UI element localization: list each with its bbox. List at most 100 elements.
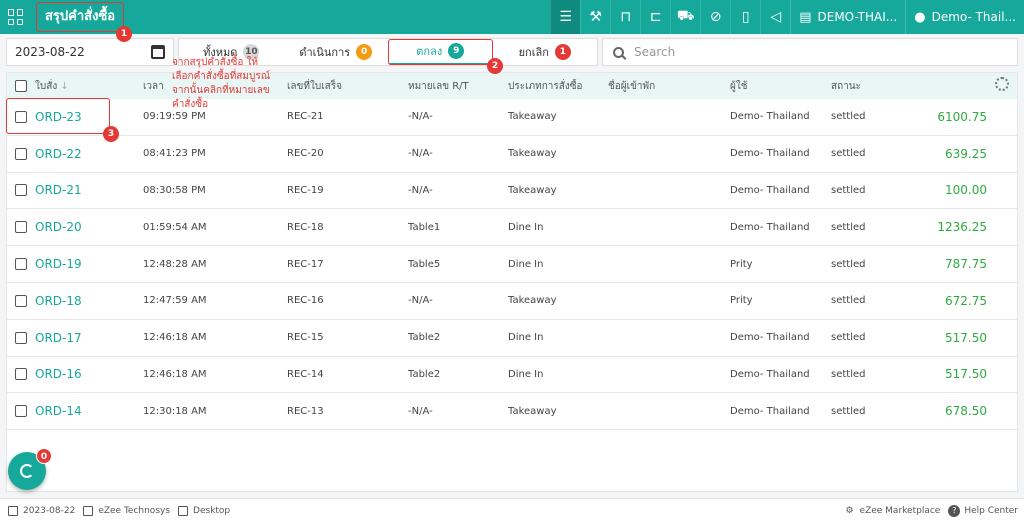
receipt-number: REC-20 bbox=[287, 148, 324, 160]
row-checkbox[interactable] bbox=[15, 258, 27, 271]
user-name-cell: Prity bbox=[730, 295, 753, 307]
help-icon[interactable]: ? bbox=[948, 504, 961, 517]
rt-number: Table2 bbox=[408, 368, 441, 380]
user-name-cell: Demo- Thailand bbox=[730, 332, 810, 344]
calendar-icon[interactable] bbox=[151, 45, 165, 59]
top-bar: สรุปคำสั่งซื้อ ☰ ⚒ ⊓ ⊏ ⛟ ⊘ ▯ ◁ ▤ DEMO-TH… bbox=[0, 0, 1024, 34]
order-link[interactable]: ORD-18 bbox=[35, 294, 82, 308]
tab-cancelled-label: ยกเลิก bbox=[518, 46, 549, 59]
row-select-cell bbox=[7, 221, 35, 234]
order-link[interactable]: ORD-21 bbox=[35, 183, 82, 197]
table-row: ORD-18 12:47:59 AM REC-16 -N/A- Takeaway… bbox=[7, 283, 1017, 320]
help-center-link[interactable]: Help Center bbox=[964, 506, 1018, 516]
order-time: 09:19:59 PM bbox=[143, 111, 206, 123]
search-input[interactable]: Search bbox=[602, 38, 1018, 66]
order-status: settled bbox=[831, 258, 866, 270]
refresh-icon bbox=[20, 464, 34, 478]
order-amount: 678.50 bbox=[945, 404, 987, 419]
table-row: ORD-16 12:46:18 AM REC-14 Table2 Dine In… bbox=[7, 357, 1017, 394]
receipt-number: REC-13 bbox=[287, 405, 324, 417]
col-order[interactable]: ใบสั่ง ↓ bbox=[35, 79, 143, 94]
row-select-cell bbox=[7, 147, 35, 160]
receipt-number: REC-14 bbox=[287, 368, 324, 380]
order-status: settled bbox=[831, 368, 866, 380]
gear-icon[interactable]: ⚙ bbox=[845, 506, 853, 516]
order-type: Takeaway bbox=[508, 295, 557, 307]
col-status: สถานะ bbox=[831, 80, 861, 92]
tab-settled-label: ตกลง bbox=[416, 45, 443, 58]
receipt-number: REC-17 bbox=[287, 258, 324, 270]
row-checkbox[interactable] bbox=[15, 147, 27, 160]
row-checkbox[interactable] bbox=[15, 294, 27, 307]
property-selector[interactable]: ▤ DEMO-THAI... bbox=[790, 0, 905, 34]
rt-number: -N/A- bbox=[408, 184, 433, 196]
marketplace-link[interactable]: eZee Marketplace bbox=[860, 506, 941, 516]
order-amount: 100.00 bbox=[945, 183, 987, 198]
order-link[interactable]: ORD-23 bbox=[35, 110, 82, 124]
row-checkbox[interactable] bbox=[15, 331, 27, 344]
floating-action-button[interactable]: 0 bbox=[8, 448, 52, 490]
instruction-line: จากนั้นคลิกที่หมายเลข bbox=[172, 85, 270, 96]
tab-settled[interactable]: ตกลง 9 bbox=[388, 39, 493, 65]
row-checkbox[interactable] bbox=[15, 368, 27, 381]
tab-cancelled[interactable]: ยกเลิก 1 bbox=[493, 39, 598, 65]
footer-company-text: eZee Technosys bbox=[98, 505, 171, 516]
order-type: Takeaway bbox=[508, 111, 557, 123]
orders-table: ใบสั่ง ↓ เวลา เลขที่ใบเสร็จ หมายเลข R/T … bbox=[6, 72, 1018, 492]
date-picker[interactable]: 2023-08-22 bbox=[6, 38, 174, 66]
user-name: Demo- Thail... bbox=[931, 10, 1016, 24]
rt-number: Table2 bbox=[408, 332, 441, 344]
sort-arrow-icon[interactable]: ↓ bbox=[60, 81, 68, 92]
table-row: ORD-21 08:30:58 PM REC-19 -N/A- Takeaway… bbox=[7, 173, 1017, 210]
tab-settled-count: 9 bbox=[448, 43, 465, 59]
receipt-number: REC-19 bbox=[287, 184, 324, 196]
order-amount: 6100.75 bbox=[937, 109, 987, 124]
row-checkbox[interactable] bbox=[15, 110, 27, 123]
megaphone-icon[interactable]: ◁ bbox=[760, 0, 790, 34]
table-row: ORD-23 09:19:59 PM REC-21 -N/A- Takeaway… bbox=[7, 99, 1017, 136]
phone-order-icon[interactable]: ▯ bbox=[730, 0, 760, 34]
user-menu[interactable]: ● Demo- Thail... bbox=[905, 0, 1024, 34]
order-time: 08:41:23 PM bbox=[143, 148, 206, 160]
order-status: settled bbox=[831, 221, 866, 233]
order-list-icon[interactable]: ☰ bbox=[550, 0, 581, 34]
order-link[interactable]: ORD-20 bbox=[35, 220, 82, 234]
instruction-line: เลือกคำสั่งซื้อที่สมบูรณ์ bbox=[172, 71, 270, 82]
order-time: 12:46:18 AM bbox=[143, 332, 207, 344]
callout-marker-1: 1 bbox=[116, 26, 132, 42]
basket-icon[interactable]: ⊓ bbox=[610, 0, 640, 34]
restaurant-icon[interactable]: ⚒ bbox=[580, 0, 610, 34]
row-select-cell bbox=[7, 110, 35, 123]
row-checkbox[interactable] bbox=[15, 405, 27, 418]
gear-icon[interactable] bbox=[995, 77, 1009, 91]
bed-icon[interactable]: ⊏ bbox=[640, 0, 670, 34]
callout-marker-3: 3 bbox=[103, 126, 119, 142]
table-row: ORD-14 12:30:18 AM REC-13 -N/A- Takeaway… bbox=[7, 393, 1017, 431]
footer-date-text: 2023-08-22 bbox=[23, 505, 76, 516]
order-type: Dine In bbox=[508, 258, 544, 270]
order-amount: 517.50 bbox=[945, 330, 987, 345]
order-link[interactable]: ORD-19 bbox=[35, 257, 82, 271]
order-amount: 639.25 bbox=[945, 146, 987, 161]
delivery-truck-icon[interactable]: ⛟ bbox=[670, 0, 700, 34]
row-select-cell bbox=[7, 184, 35, 197]
rt-number: -N/A- bbox=[408, 148, 433, 160]
instruction-note: จากสรุปคำสั่งซื้อ ให้ เลือกคำสั่งซื้อที่… bbox=[172, 56, 302, 112]
order-type: Takeaway bbox=[508, 405, 557, 417]
instruction-line: คำสั่งซื้อ bbox=[172, 99, 209, 110]
no-sale-icon[interactable]: ⊘ bbox=[700, 0, 730, 34]
order-link[interactable]: ORD-17 bbox=[35, 331, 82, 345]
order-link[interactable]: ORD-22 bbox=[35, 147, 82, 161]
row-checkbox[interactable] bbox=[15, 221, 27, 234]
user-name-cell: Demo- Thailand bbox=[730, 221, 810, 233]
footer-links: ⚙ eZee Marketplace ? Help Center bbox=[845, 504, 1024, 517]
apps-grid-icon[interactable] bbox=[8, 9, 24, 25]
order-status: settled bbox=[831, 184, 866, 196]
select-all-checkbox[interactable] bbox=[15, 80, 27, 92]
order-status: settled bbox=[831, 405, 866, 417]
order-link[interactable]: ORD-14 bbox=[35, 404, 82, 418]
table-body: ORD-23 09:19:59 PM REC-21 -N/A- Takeaway… bbox=[7, 99, 1017, 431]
order-type: Dine In bbox=[508, 368, 544, 380]
row-checkbox[interactable] bbox=[15, 184, 27, 197]
order-link[interactable]: ORD-16 bbox=[35, 367, 82, 381]
